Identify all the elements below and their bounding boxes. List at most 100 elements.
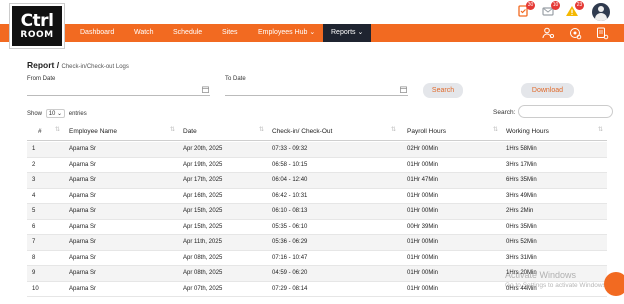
cell-payroll-hours: 01Hr 00Min: [407, 161, 439, 168]
sort-icon[interactable]: ⇅: [598, 126, 603, 133]
cell-index: 7: [32, 239, 36, 245]
nav-schedule[interactable]: Schedule: [173, 24, 202, 42]
cell-working-hours: 0Hrs 52Min: [506, 239, 537, 245]
top-bar: 30 10 23: [0, 0, 624, 24]
sort-icon[interactable]: ⇅: [391, 126, 396, 133]
user-avatar[interactable]: [592, 3, 610, 21]
nav-dashboard[interactable]: Dashboard: [80, 24, 114, 42]
col-working-hours[interactable]: Working Hours: [506, 128, 549, 135]
cell-check-in-out: 06:04 - 12:40: [272, 177, 308, 183]
cell-check-in-out: 05:36 - 06:29: [272, 239, 308, 245]
page-title-sub: Check-in/Check-out Logs: [61, 64, 129, 70]
cell-date: Apr 16th, 2025: [183, 192, 223, 199]
cell-employee-name: Aparna Sr: [69, 223, 97, 230]
page-title: Report / Check-in/Check-out Logs: [27, 60, 129, 70]
cell-index: 8: [32, 254, 36, 261]
cell-index: 9: [32, 270, 36, 276]
table-row[interactable]: 4 Aparna Sr Apr 16th, 2025 06:42 - 10:31 01H…: [27, 189, 607, 204]
logo-line1: Ctrl: [20, 10, 54, 31]
cell-index: 6: [32, 223, 36, 230]
cell-check-in-out: 06:42 - 10:31: [272, 192, 308, 199]
cell-date: Apr 17th, 2025: [183, 177, 223, 183]
table-row[interactable]: 1 Aparna Sr Apr 20th, 2025 07:33 - 09:32 02H…: [27, 142, 607, 158]
from-date-field[interactable]: [27, 84, 210, 96]
sort-icon[interactable]: ⇅: [55, 126, 60, 133]
cell-check-in-out: 04:59 - 06:20: [272, 270, 308, 276]
from-date-label: From Date: [27, 76, 56, 82]
table-search-input[interactable]: [518, 105, 613, 118]
cell-index: 1: [32, 146, 36, 152]
cell-date: Apr 07th, 2025: [183, 285, 223, 292]
cell-working-hours: 0Hrs 35Min: [506, 223, 537, 230]
main-nav: Dashboard Watch Schedule Sites Employees…: [0, 24, 624, 42]
cell-date: Apr 19th, 2025: [183, 161, 223, 168]
alert-badge: 23: [575, 1, 584, 10]
cell-employee-name: Aparna Sr: [69, 192, 97, 199]
nav-reports[interactable]: Reports ⌄: [323, 24, 372, 42]
col-employee-name[interactable]: Employee Name: [69, 128, 117, 135]
table-row[interactable]: 6 Aparna Sr Apr 15th, 2025 05:35 - 06:10 00H…: [27, 220, 607, 235]
download-button[interactable]: Download: [521, 83, 574, 98]
cell-employee-name: Aparna Sr: [69, 270, 97, 276]
cell-date: Apr 08th, 2025: [183, 270, 223, 276]
col-date[interactable]: Date: [183, 128, 197, 135]
cell-payroll-hours: 02Hr 00Min: [407, 146, 439, 152]
cell-employee-name: Aparna Sr: [69, 208, 97, 214]
table-row[interactable]: 3 Aparna Sr Apr 17th, 2025 06:04 - 12:40 01H…: [27, 173, 607, 189]
chat-button[interactable]: [604, 272, 624, 296]
mail-icon[interactable]: 10: [541, 1, 560, 18]
show-entries: Show 10 ⌄ entries: [27, 109, 87, 118]
cell-check-in-out: 07:33 - 09:32: [272, 146, 308, 152]
cell-index: 10: [32, 285, 39, 292]
cell-employee-name: Aparna Sr: [69, 177, 97, 183]
cell-employee-name: Aparna Sr: [69, 285, 97, 292]
cell-index: 2: [32, 161, 36, 168]
cell-payroll-hours: 01Hr 47Min: [407, 177, 439, 183]
search-button[interactable]: Search: [423, 83, 463, 98]
activate-windows-title: Activate Windows: [505, 270, 577, 280]
sort-icon[interactable]: ⇅: [170, 126, 175, 133]
cell-payroll-hours: 01Hr 00Min: [407, 285, 439, 292]
nav-sites[interactable]: Sites: [222, 24, 238, 42]
cell-payroll-hours: 01Hr 00Min: [407, 208, 439, 214]
cell-check-in-out: 07:29 - 08:14: [272, 285, 308, 292]
cell-payroll-hours: 01Hr 00Min: [407, 270, 439, 276]
nav-watch[interactable]: Watch: [134, 24, 154, 42]
cell-working-hours: 3Hrs 17Min: [506, 161, 537, 168]
show-prefix: Show: [27, 111, 43, 117]
table-row[interactable]: 7 Aparna Sr Apr 11th, 2025 05:36 - 06:29 01H…: [27, 235, 607, 251]
tasks-icon[interactable]: 30: [516, 1, 535, 18]
table-row[interactable]: 8 Aparna Sr Apr 08th, 2025 07:16 - 10:47 01H…: [27, 251, 607, 266]
ctrlroom-logo[interactable]: Ctrl ROOM: [10, 4, 64, 48]
mail-badge: 10: [551, 1, 560, 10]
cell-date: Apr 11th, 2025: [183, 239, 222, 245]
sort-icon[interactable]: ⇅: [493, 126, 498, 133]
table-row[interactable]: 5 Aparna Sr Apr 15th, 2025 06:10 - 08:13 01H…: [27, 204, 607, 220]
show-suffix: entries: [68, 111, 87, 117]
document-settings-icon[interactable]: [595, 26, 609, 40]
page-title-main: Report /: [27, 60, 60, 70]
col-check-in-out[interactable]: Check-in/ Check-Out: [272, 128, 332, 135]
cell-date: Apr 15th, 2025: [183, 208, 223, 214]
location-settings-icon[interactable]: [568, 26, 582, 40]
to-date-field[interactable]: [225, 84, 408, 96]
logo-line2: ROOM: [20, 29, 54, 40]
table-row[interactable]: 2 Aparna Sr Apr 19th, 2025 06:58 - 10:15 01H…: [27, 158, 607, 173]
tasks-badge: 30: [526, 1, 535, 10]
col-index[interactable]: #: [38, 128, 42, 135]
to-date-label: To Date: [225, 76, 246, 82]
cell-employee-name: Aparna Sr: [69, 239, 97, 245]
cell-working-hours: 1Hrs 58Min: [506, 146, 537, 152]
calendar-icon: [400, 86, 407, 93]
cell-payroll-hours: 01Hr 00Min: [407, 254, 439, 261]
cell-employee-name: Aparna Sr: [69, 161, 97, 168]
col-payroll-hours[interactable]: Payroll Hours: [407, 128, 446, 135]
cell-index: 3: [32, 177, 36, 183]
cell-employee-name: Aparna Sr: [69, 146, 97, 152]
avatar-body-shape: [595, 13, 607, 21]
alert-icon[interactable]: 23: [565, 1, 584, 18]
entries-select[interactable]: 10 ⌄: [45, 109, 66, 118]
user-settings-icon[interactable]: [541, 26, 555, 40]
nav-employees-hub[interactable]: Employees Hub ⌄: [258, 24, 315, 42]
sort-icon[interactable]: ⇅: [259, 126, 264, 133]
